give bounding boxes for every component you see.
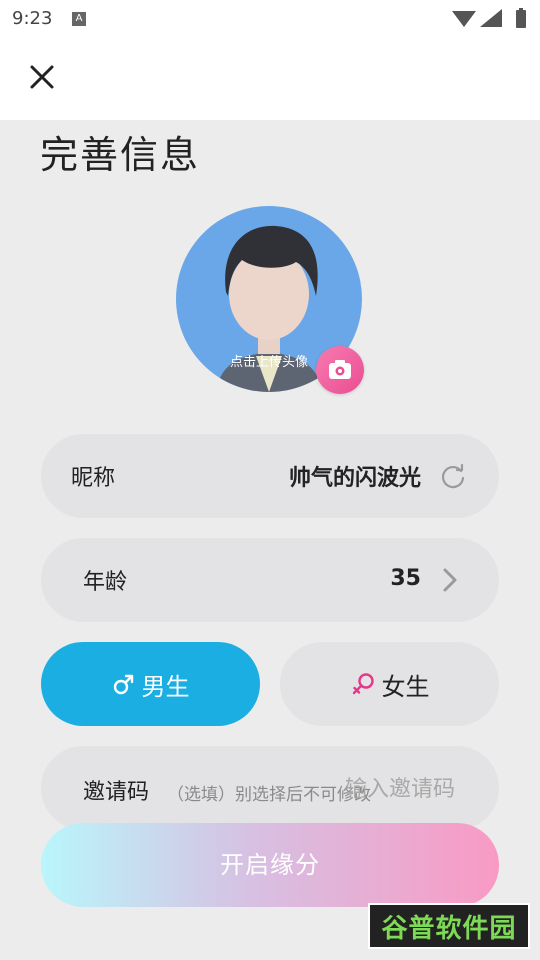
start-button[interactable]: 开启缘分 [41,823,499,907]
female-symbol-icon [352,673,374,695]
notification-a-icon: A [72,12,86,26]
refresh-icon[interactable] [439,462,467,490]
wifi-icon [452,11,476,27]
male-symbol-icon [113,674,133,695]
nickname-value: 帅气的闪波光 [288,466,421,491]
watermark-text: 谷普软件园 [381,913,517,944]
invite-code-row: 邀请码 （选填）别选择后不可修改 [41,746,499,830]
page-title: 完善信息 [40,133,201,177]
close-icon [30,65,54,89]
camera-button[interactable] [316,346,364,394]
start-button-label: 开启缘分 [220,851,320,879]
gender-female-label: 女生 [381,672,430,701]
chevron-right-icon [443,568,457,592]
gender-female-button[interactable]: 女生 [280,642,499,726]
age-value: 35 [390,566,421,591]
signal-icon [480,9,502,27]
age-label: 年龄 [83,570,128,595]
camera-icon [329,360,351,379]
status-bar: 9:23 A [0,0,540,38]
age-row[interactable]: 年龄 35 [41,538,499,622]
invite-code-label: 邀请码 [83,780,150,805]
nickname-label: 昵称 [71,466,116,491]
avatar-uploader: 点击上传头像 [176,206,364,394]
profile-form: 完善信息 点击上传头像 昵称 帅气的闪波光 年龄 35 男生 女生 邀请码 （选… [0,120,540,960]
battery-icon [516,10,526,28]
status-indicators [452,8,526,28]
gender-male-label: 男生 [141,672,190,701]
top-app-bar [0,38,540,120]
watermark-logo: 谷普软件园 [368,903,530,949]
nickname-row[interactable]: 昵称 帅气的闪波光 [41,434,499,518]
invite-code-input[interactable] [303,768,457,810]
gender-male-button[interactable]: 男生 [41,642,260,726]
status-time: 9:23 [12,8,53,29]
close-button[interactable] [24,59,60,95]
